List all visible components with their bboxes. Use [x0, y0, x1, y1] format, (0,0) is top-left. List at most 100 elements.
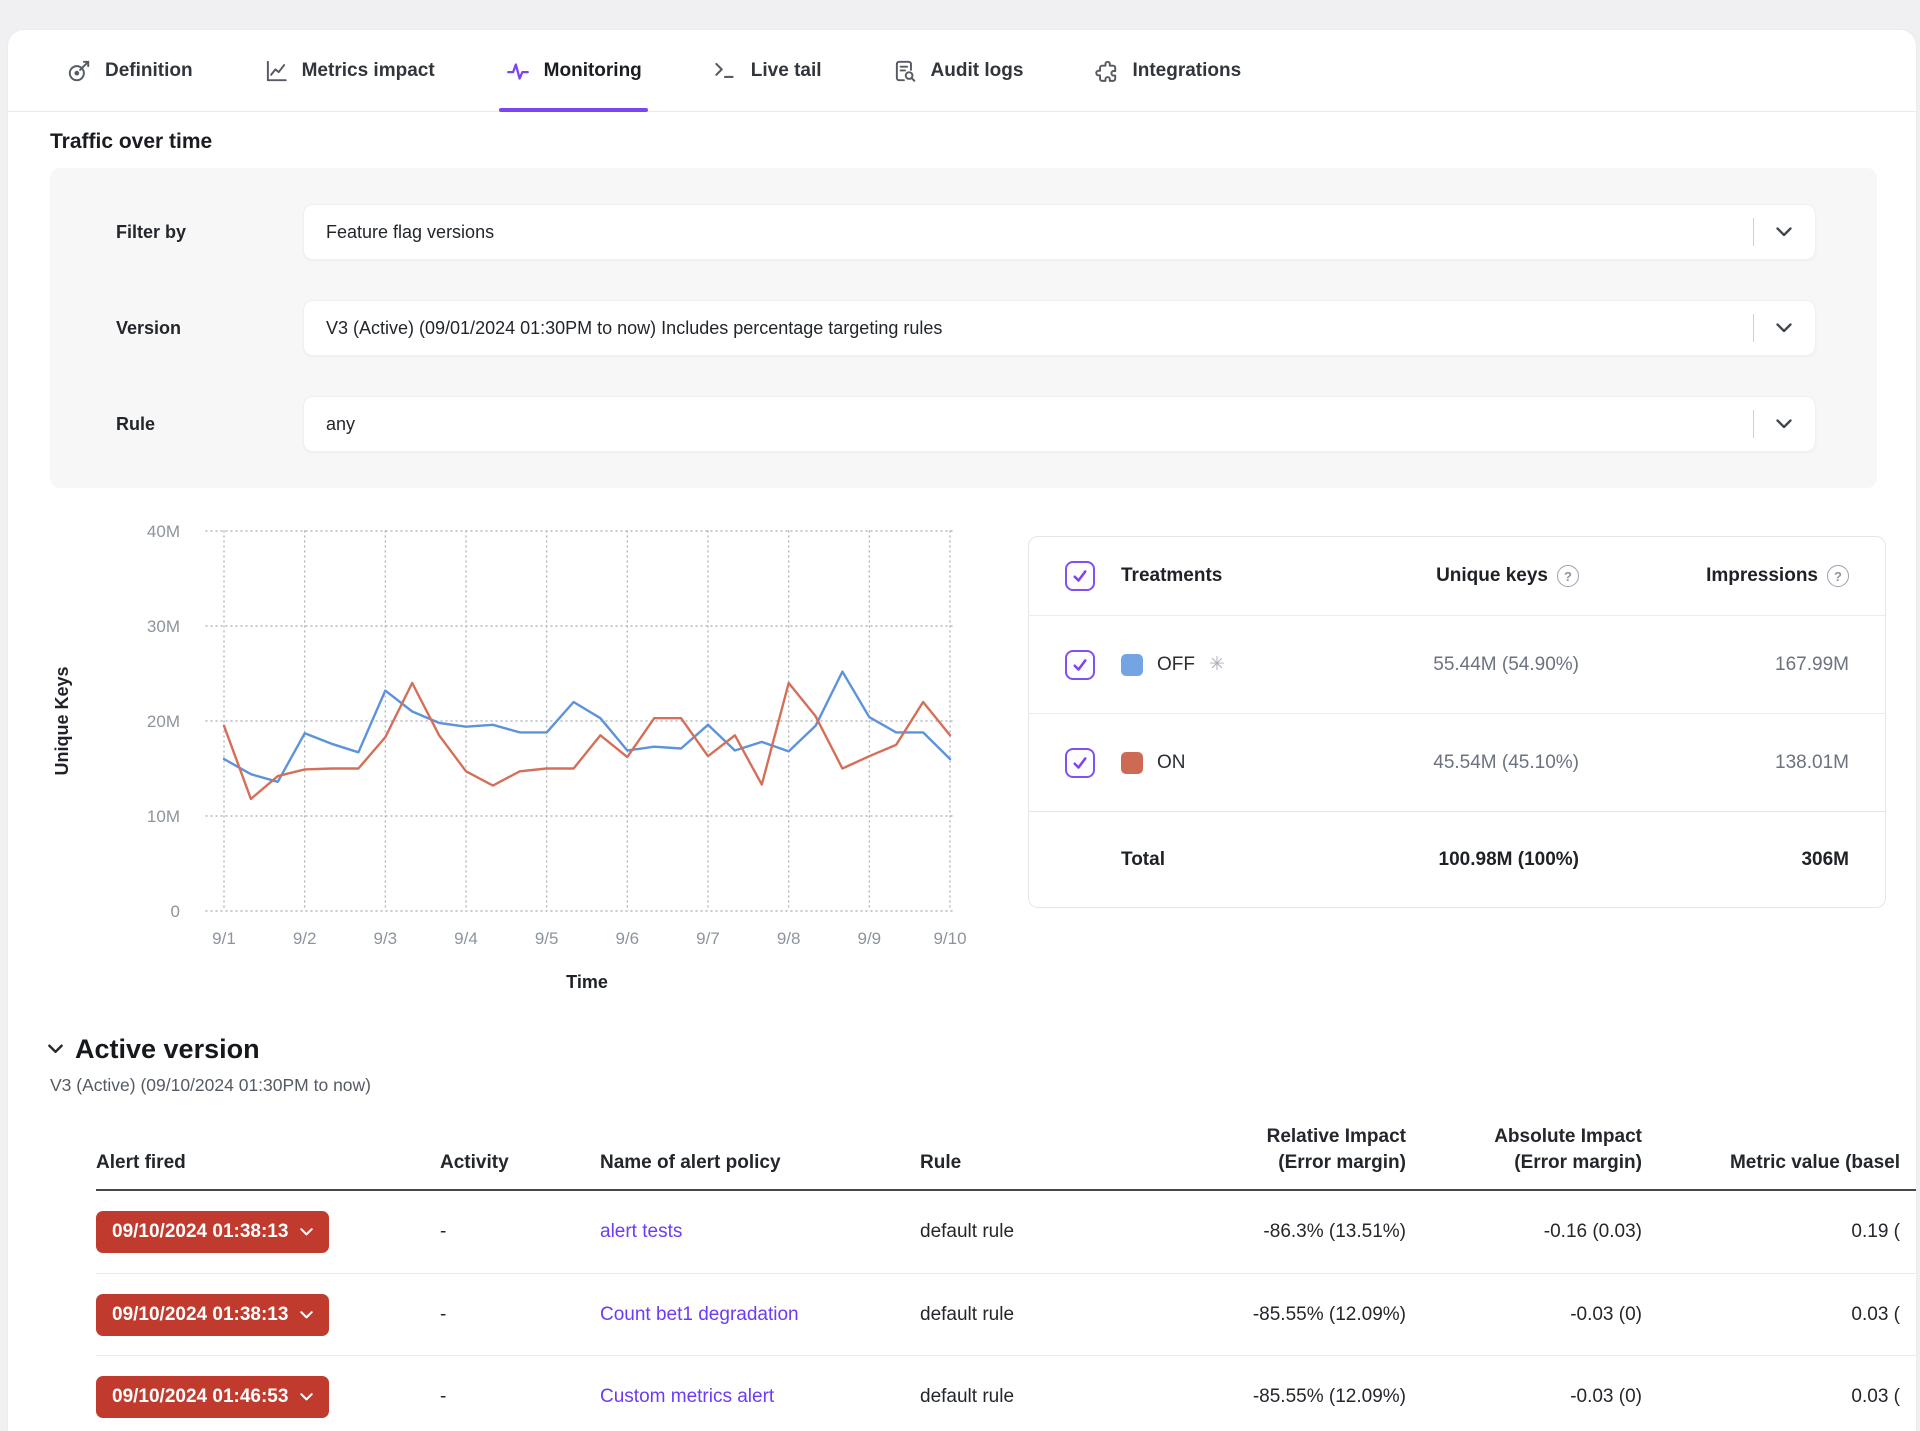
- treatments-total-row: Total 100.98M (100%) 306M: [1029, 811, 1885, 907]
- tab-monitoring[interactable]: Monitoring: [499, 30, 648, 111]
- relative-impact-cell: -85.55% (12.09%): [1116, 1386, 1416, 1408]
- tab-live-tail[interactable]: Live tail: [706, 30, 828, 111]
- active-version-title: Active version: [75, 1034, 260, 1065]
- policy-header: Name of alert policy: [600, 1150, 920, 1176]
- filter-row-filter-by: Filter by Feature flag versions: [50, 204, 1816, 260]
- relative-impact-header: Relative Impact (Error margin): [1116, 1124, 1416, 1175]
- alert-row: 09/10/2024 01:38:13 - alert tests defaul…: [96, 1191, 1916, 1273]
- alert-fired-badge[interactable]: 09/10/2024 01:46:53: [96, 1376, 329, 1418]
- on-unique-keys: 45.54M (45.10%): [1381, 752, 1579, 774]
- activity-cell: -: [440, 1221, 600, 1243]
- svg-text:9/9: 9/9: [858, 929, 882, 948]
- treatment-name: ON: [1157, 752, 1186, 774]
- svg-text:Time: Time: [566, 972, 608, 992]
- alert-policy-link[interactable]: Count bet1 degradation: [600, 1304, 920, 1326]
- treatments-panel: Treatments Unique keys ? Impressions ? O…: [1028, 536, 1886, 908]
- tab-bar: Definition Metrics impact Monitoring: [8, 30, 1916, 112]
- absolute-impact-cell: -0.16 (0.03): [1416, 1221, 1656, 1243]
- tab-integrations[interactable]: Integrations: [1087, 30, 1247, 111]
- metric-value-cell: 0.03 (: [1656, 1304, 1920, 1326]
- chevron-down-icon: [300, 1311, 313, 1319]
- svg-text:9/10: 9/10: [933, 929, 966, 948]
- unique-keys-column-header: Unique keys: [1436, 565, 1548, 587]
- off-checkbox[interactable]: [1065, 650, 1095, 680]
- alerts-table: Alert fired Activity Name of alert polic…: [96, 1124, 1916, 1431]
- absolute-impact-header: Absolute Impact (Error margin): [1416, 1124, 1656, 1175]
- alert-policy-link[interactable]: Custom metrics alert: [600, 1386, 920, 1408]
- traffic-section: 010M20M30M40M9/19/29/39/49/59/69/79/89/9…: [38, 518, 1886, 998]
- filter-panel: Filter by Feature flag versions Version …: [50, 168, 1877, 488]
- tab-audit-logs[interactable]: Audit logs: [886, 30, 1030, 111]
- filter-row-rule: Rule any: [50, 396, 1816, 452]
- svg-text:9/7: 9/7: [696, 929, 720, 948]
- off-unique-keys: 55.44M (54.90%): [1381, 654, 1579, 676]
- filter-by-value: Feature flag versions: [326, 222, 494, 243]
- tab-label: Integrations: [1132, 60, 1241, 82]
- tab-label: Audit logs: [931, 60, 1024, 82]
- rule-value: any: [326, 414, 355, 435]
- activity-cell: -: [440, 1304, 600, 1326]
- help-icon[interactable]: ?: [1557, 565, 1579, 587]
- rule-select[interactable]: any: [303, 396, 1816, 452]
- treatment-name: OFF: [1157, 654, 1195, 676]
- svg-text:9/8: 9/8: [777, 929, 801, 948]
- svg-text:9/3: 9/3: [374, 929, 398, 948]
- alert-policy-link[interactable]: alert tests: [600, 1221, 920, 1243]
- alert-fired-badge[interactable]: 09/10/2024 01:38:13: [96, 1294, 329, 1336]
- rule-label: Rule: [50, 414, 303, 435]
- active-version-section: Active version V3 (Active) (09/10/2024 0…: [48, 1034, 1916, 1096]
- tab-label: Definition: [105, 60, 193, 82]
- filter-by-label: Filter by: [50, 222, 303, 243]
- definition-icon: [66, 58, 92, 84]
- tab-label: Live tail: [751, 60, 822, 82]
- treatment-row-off: OFF ✳ 55.44M (54.90%) 167.99M: [1029, 615, 1885, 713]
- filter-by-select[interactable]: Feature flag versions: [303, 204, 1816, 260]
- version-label: Version: [50, 318, 303, 339]
- rule-cell: default rule: [920, 1221, 1116, 1243]
- active-version-subtitle: V3 (Active) (09/10/2024 01:30PM to now): [50, 1075, 1916, 1096]
- activity-header: Activity: [440, 1150, 600, 1176]
- absolute-impact-cell: -0.03 (0): [1416, 1304, 1656, 1326]
- treatments-column-header: Treatments: [1121, 565, 1381, 587]
- relative-impact-cell: -86.3% (13.51%): [1116, 1221, 1416, 1243]
- tab-definition[interactable]: Definition: [60, 30, 199, 111]
- metric-value-header: Metric value (basel: [1656, 1150, 1920, 1176]
- rule-cell: default rule: [920, 1386, 1116, 1408]
- off-color-swatch: [1121, 654, 1143, 676]
- svg-text:Unique Keys: Unique Keys: [52, 666, 72, 775]
- activity-cell: -: [440, 1386, 600, 1408]
- impressions-column-header: Impressions: [1706, 565, 1818, 587]
- help-icon[interactable]: ?: [1827, 565, 1849, 587]
- on-checkbox[interactable]: [1065, 748, 1095, 778]
- svg-text:9/2: 9/2: [293, 929, 317, 948]
- relative-impact-cell: -85.55% (12.09%): [1116, 1304, 1416, 1326]
- alerts-header-row: Alert fired Activity Name of alert polic…: [96, 1124, 1916, 1191]
- tab-label: Monitoring: [544, 60, 642, 82]
- version-select[interactable]: V3 (Active) (09/01/2024 01:30PM to now) …: [303, 300, 1816, 356]
- alert-row: 09/10/2024 01:46:53 - Custom metrics ale…: [96, 1355, 1916, 1431]
- metrics-impact-icon: [263, 58, 289, 84]
- svg-text:0: 0: [171, 902, 180, 921]
- alert-row: 09/10/2024 01:38:13 - Count bet1 degrada…: [96, 1273, 1916, 1355]
- svg-text:9/5: 9/5: [535, 929, 559, 948]
- page-title: Traffic over time: [50, 130, 1916, 154]
- rule-cell: default rule: [920, 1304, 1116, 1326]
- on-color-swatch: [1121, 752, 1143, 774]
- tab-label: Metrics impact: [302, 60, 435, 82]
- rule-header: Rule: [920, 1150, 1116, 1176]
- active-version-toggle[interactable]: Active version: [48, 1034, 1916, 1065]
- default-treatment-icon: ✳: [1209, 653, 1225, 676]
- chevron-down-icon: [1753, 205, 1815, 259]
- chevron-down-icon: [300, 1228, 313, 1236]
- alert-fired-header: Alert fired: [96, 1150, 440, 1176]
- alert-fired-badge[interactable]: 09/10/2024 01:38:13: [96, 1211, 329, 1253]
- svg-text:9/6: 9/6: [616, 929, 640, 948]
- monitoring-icon: [505, 58, 531, 84]
- absolute-impact-cell: -0.03 (0): [1416, 1386, 1656, 1408]
- total-unique-keys: 100.98M (100%): [1381, 849, 1579, 871]
- tab-metrics-impact[interactable]: Metrics impact: [257, 30, 441, 111]
- svg-text:20M: 20M: [147, 712, 180, 731]
- select-all-checkbox[interactable]: [1065, 561, 1095, 591]
- treatment-row-on: ON 45.54M (45.10%) 138.01M: [1029, 713, 1885, 811]
- on-impressions: 138.01M: [1579, 752, 1849, 774]
